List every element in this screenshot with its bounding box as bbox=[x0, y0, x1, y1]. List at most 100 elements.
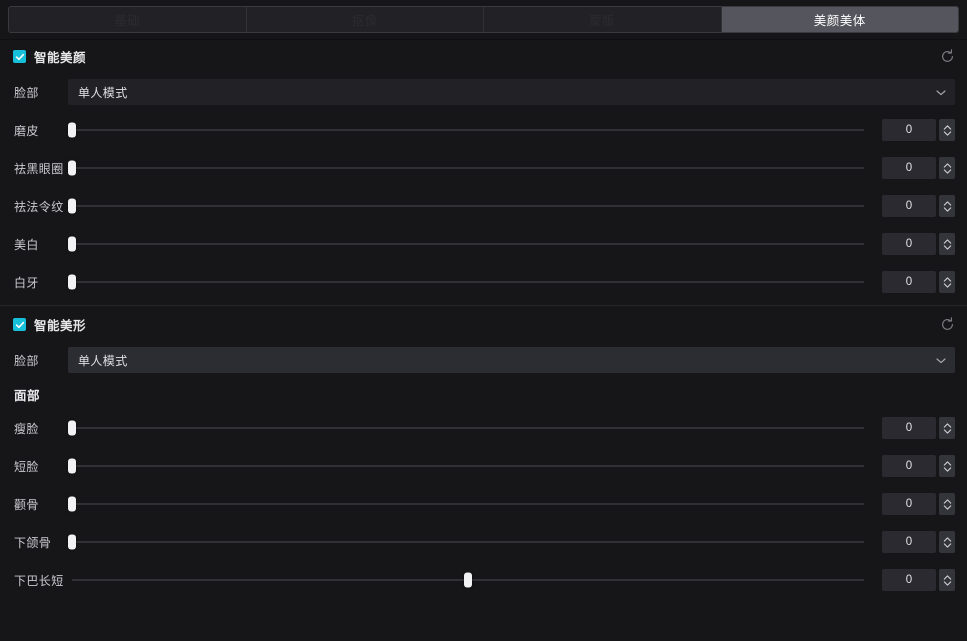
stepper-arrows-icon[interactable] bbox=[939, 195, 955, 217]
chevron-down-icon bbox=[936, 85, 946, 99]
stepper-arrows-icon[interactable] bbox=[939, 157, 955, 179]
stepper-arrows-icon[interactable] bbox=[939, 455, 955, 477]
slider-track bbox=[72, 465, 864, 467]
value-stepper: 0 bbox=[882, 417, 955, 439]
slider-row: 瘦脸 0 bbox=[0, 409, 967, 447]
slider-track bbox=[72, 427, 864, 429]
value-stepper: 0 bbox=[882, 531, 955, 553]
beauty-panel: 基础 抠像 蒙版 美颜美体 智能美颜 脸部 单人模式 磨皮 0 祛黑眼圈 0 祛法令纹 0 美白 0 白牙 0… bbox=[0, 0, 967, 641]
stepper-arrows-icon[interactable] bbox=[939, 531, 955, 553]
slider-thumb[interactable] bbox=[68, 534, 76, 550]
value-input[interactable]: 0 bbox=[882, 233, 936, 255]
slider-thumb[interactable] bbox=[68, 274, 76, 290]
value-input[interactable]: 0 bbox=[882, 417, 936, 439]
slider-label: 磨皮 bbox=[14, 123, 39, 138]
reset-circular-arrow-icon[interactable] bbox=[937, 47, 957, 67]
slider-row: 下颌骨 0 bbox=[0, 523, 967, 561]
slider[interactable] bbox=[68, 271, 864, 293]
section-title: 智能美形 bbox=[34, 319, 87, 333]
slider[interactable] bbox=[68, 195, 864, 217]
value-input[interactable]: 0 bbox=[882, 195, 936, 217]
slider-thumb[interactable] bbox=[464, 572, 472, 588]
slider-track bbox=[72, 541, 864, 543]
slider[interactable] bbox=[68, 157, 864, 179]
value-stepper: 0 bbox=[882, 455, 955, 477]
slider-label: 祛黑眼圈 bbox=[14, 161, 64, 176]
tab-strip: 基础 抠像 蒙版 美颜美体 bbox=[8, 6, 959, 33]
slider-label: 下巴长短 bbox=[14, 573, 64, 588]
section-title: 智能美颜 bbox=[34, 51, 87, 65]
value-input[interactable]: 0 bbox=[882, 119, 936, 141]
slider-thumb[interactable] bbox=[68, 198, 76, 214]
tab-1[interactable]: 抠像 bbox=[246, 7, 484, 32]
slider[interactable] bbox=[68, 455, 864, 477]
slider[interactable] bbox=[68, 531, 864, 553]
slider-thumb[interactable] bbox=[68, 496, 76, 512]
slider[interactable] bbox=[68, 119, 864, 141]
slider-row: 祛黑眼圈 0 bbox=[0, 149, 967, 187]
stepper-arrows-icon[interactable] bbox=[939, 271, 955, 293]
stepper-arrows-icon[interactable] bbox=[939, 233, 955, 255]
section-header: 智能美颜 bbox=[0, 40, 967, 73]
slider-row: 下巴长短 0 bbox=[0, 561, 967, 599]
slider-thumb[interactable] bbox=[68, 420, 76, 436]
panel-content: 智能美颜 脸部 单人模式 磨皮 0 祛黑眼圈 0 祛法令纹 0 美白 0 白牙 0 智能美形 脸部 单人模式面… bbox=[0, 40, 967, 641]
section-divider bbox=[0, 305, 967, 306]
stepper-arrows-icon[interactable] bbox=[939, 417, 955, 439]
stepper-arrows-icon[interactable] bbox=[939, 119, 955, 141]
slider-label: 瘦脸 bbox=[14, 421, 39, 436]
stepper-arrows-icon[interactable] bbox=[939, 569, 955, 591]
value-input[interactable]: 0 bbox=[882, 531, 936, 553]
slider-row: 祛法令纹 0 bbox=[0, 187, 967, 225]
subsection-title: 面部 bbox=[14, 388, 41, 403]
value-stepper: 0 bbox=[882, 493, 955, 515]
face-mode-label: 脸部 bbox=[14, 353, 39, 368]
reset-circular-arrow-icon[interactable] bbox=[937, 315, 957, 335]
slider-track bbox=[72, 281, 864, 283]
face-mode-value: 单人模式 bbox=[78, 85, 128, 100]
face-mode-select[interactable]: 单人模式 bbox=[68, 79, 955, 105]
tab-3[interactable]: 美颜美体 bbox=[721, 7, 958, 32]
face-mode-row: 脸部 单人模式 bbox=[0, 73, 967, 111]
stepper-arrows-icon[interactable] bbox=[939, 493, 955, 515]
tab-2[interactable]: 蒙版 bbox=[484, 7, 722, 32]
slider-thumb[interactable] bbox=[68, 458, 76, 474]
slider-row: 磨皮 0 bbox=[0, 111, 967, 149]
value-stepper: 0 bbox=[882, 271, 955, 293]
slider-track bbox=[72, 167, 864, 169]
value-input[interactable]: 0 bbox=[882, 157, 936, 179]
section-enable-checkbox[interactable] bbox=[13, 318, 26, 331]
value-input[interactable]: 0 bbox=[882, 455, 936, 477]
slider[interactable] bbox=[68, 493, 864, 515]
slider[interactable] bbox=[68, 233, 864, 255]
tab-bar: 基础 抠像 蒙版 美颜美体 bbox=[0, 0, 967, 40]
chevron-down-icon bbox=[936, 353, 946, 367]
slider-thumb[interactable] bbox=[68, 236, 76, 252]
tab-0[interactable]: 基础 bbox=[9, 7, 247, 32]
slider-track bbox=[72, 243, 864, 245]
value-input[interactable]: 0 bbox=[882, 271, 936, 293]
slider-row: 颧骨 0 bbox=[0, 485, 967, 523]
slider-label: 短脸 bbox=[14, 459, 39, 474]
value-stepper: 0 bbox=[882, 157, 955, 179]
slider-thumb[interactable] bbox=[68, 160, 76, 176]
slider-label: 祛法令纹 bbox=[14, 199, 64, 214]
slider-row: 美白 0 bbox=[0, 225, 967, 263]
value-stepper: 0 bbox=[882, 233, 955, 255]
slider[interactable] bbox=[72, 569, 864, 591]
slider-track bbox=[72, 129, 864, 131]
face-mode-value: 单人模式 bbox=[78, 353, 128, 368]
value-stepper: 0 bbox=[882, 195, 955, 217]
slider-thumb[interactable] bbox=[68, 122, 76, 138]
value-input[interactable]: 0 bbox=[882, 493, 936, 515]
face-mode-select[interactable]: 单人模式 bbox=[68, 347, 955, 373]
slider-track bbox=[72, 205, 864, 207]
slider-track bbox=[72, 503, 864, 505]
section-enable-checkbox[interactable] bbox=[13, 50, 26, 63]
value-input[interactable]: 0 bbox=[882, 569, 936, 591]
value-stepper: 0 bbox=[882, 119, 955, 141]
slider-row: 短脸 0 bbox=[0, 447, 967, 485]
slider[interactable] bbox=[68, 417, 864, 439]
face-mode-row: 脸部 单人模式 bbox=[0, 341, 967, 379]
value-stepper: 0 bbox=[882, 569, 955, 591]
